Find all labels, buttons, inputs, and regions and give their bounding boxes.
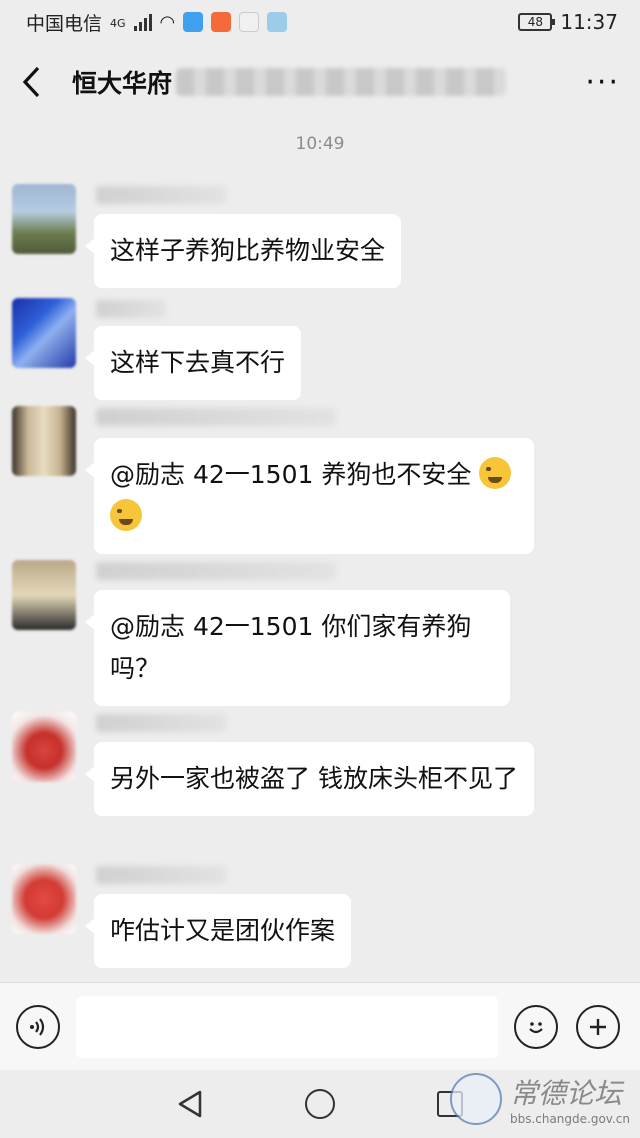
sender-name-redacted bbox=[96, 714, 226, 732]
sender-name-redacted bbox=[96, 186, 226, 204]
forum-watermark: 常德论坛 bbs.changde.gov.cn bbox=[449, 1072, 630, 1126]
signal-icon bbox=[133, 13, 152, 31]
nav-home-button[interactable] bbox=[300, 1084, 340, 1124]
back-button[interactable] bbox=[20, 62, 50, 102]
nav-back-button[interactable] bbox=[170, 1084, 210, 1124]
video-app-icon bbox=[211, 12, 232, 32]
message-bubble[interactable]: @励志 42一1501 你们家有养狗吗？ bbox=[85, 590, 510, 706]
message-text: @励志 42一1501 养狗也不安全 bbox=[110, 460, 472, 489]
wifi-icon: ◠ bbox=[159, 11, 176, 33]
voice-icon bbox=[30, 1017, 45, 1036]
chat-title[interactable]: 恒大华府 bbox=[72, 64, 172, 100]
home-icon bbox=[305, 1089, 335, 1119]
voice-button[interactable] bbox=[16, 1004, 60, 1049]
sender-name-redacted bbox=[96, 866, 226, 884]
chevron-left-icon bbox=[22, 66, 40, 98]
plus-button[interactable] bbox=[576, 1004, 620, 1049]
sender-name-redacted bbox=[96, 300, 166, 318]
emoji-button[interactable] bbox=[514, 1004, 558, 1049]
chat-input-bar bbox=[0, 982, 640, 1070]
message-text: 另外一家也被盗了 钱放床头柜不见了 bbox=[110, 764, 518, 793]
message-bubble[interactable]: 这样下去真不行 bbox=[84, 326, 302, 400]
chat-title-redacted bbox=[176, 68, 507, 96]
chat-header: 恒大华府 ··· bbox=[0, 44, 640, 120]
battery-icon: 48 bbox=[518, 13, 556, 31]
sender-name-redacted bbox=[96, 408, 336, 426]
message-input[interactable] bbox=[76, 995, 498, 1058]
laugh-cry-emoji-icon bbox=[110, 499, 142, 531]
forum-logo-icon bbox=[449, 1073, 502, 1125]
avatar[interactable] bbox=[12, 298, 76, 368]
status-bar: 中国电信 4G ◠ 48 11:37 bbox=[0, 0, 640, 44]
status-right: 48 11:37 bbox=[518, 10, 618, 34]
avatar[interactable] bbox=[12, 864, 76, 934]
chat-timestamp: 10:49 bbox=[295, 134, 345, 154]
map-app-icon bbox=[239, 12, 260, 32]
avatar[interactable] bbox=[12, 560, 76, 630]
emoji-icon bbox=[529, 1021, 543, 1033]
message-bubble[interactable]: 咋估计又是团伙作案 bbox=[84, 894, 352, 968]
plus-icon bbox=[590, 1018, 606, 1035]
status-left: 中国电信 4G ◠ bbox=[26, 9, 288, 36]
avatar[interactable] bbox=[12, 406, 76, 476]
carrier-label: 中国电信 bbox=[26, 12, 103, 35]
message-bubble[interactable]: 另外一家也被盗了 钱放床头柜不见了 bbox=[85, 742, 534, 816]
clock: 11:37 bbox=[560, 10, 618, 34]
send-app-icon bbox=[267, 12, 288, 32]
message-text: 这样下去真不行 bbox=[110, 348, 286, 377]
network-label: 4G bbox=[110, 16, 126, 30]
message-text: @励志 42一1501 你们家有养狗吗？ bbox=[110, 612, 472, 683]
message-text: 咋估计又是团伙作案 bbox=[110, 916, 336, 945]
triangle-back-icon bbox=[178, 1090, 202, 1118]
more-button[interactable]: ··· bbox=[585, 65, 620, 100]
message-bubble[interactable]: 这样子养狗比养物业安全 bbox=[84, 214, 402, 288]
watermark-title: 常德论坛 bbox=[509, 1077, 622, 1110]
app-notification-icon bbox=[183, 12, 204, 32]
laugh-cry-emoji-icon bbox=[479, 457, 512, 489]
avatar[interactable] bbox=[12, 184, 76, 254]
message-text: 这样子养狗比养物业安全 bbox=[110, 236, 386, 265]
watermark-url: bbs.changde.gov.cn bbox=[509, 1112, 630, 1126]
watermark-text: 常德论坛 bbs.changde.gov.cn bbox=[510, 1072, 630, 1126]
message-bubble[interactable]: @励志 42一1501 养狗也不安全 bbox=[85, 438, 534, 554]
avatar[interactable] bbox=[12, 712, 76, 782]
sender-name-redacted bbox=[96, 562, 336, 580]
